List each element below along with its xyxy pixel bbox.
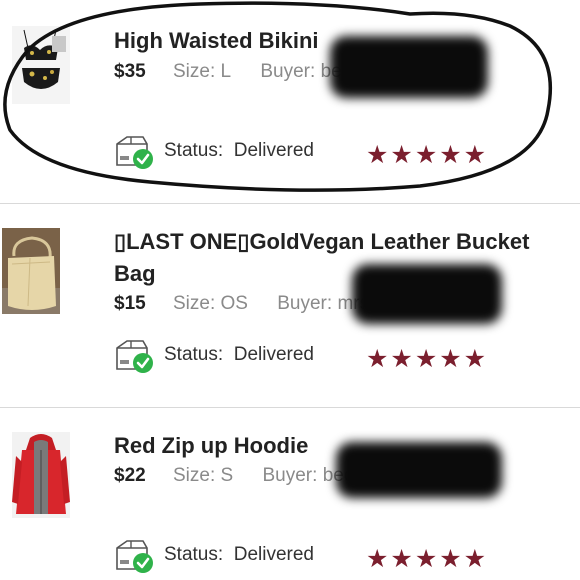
item-title[interactable]: ▯LAST ONE▯GoldVegan Leather Bucket Bag bbox=[114, 226, 574, 290]
rating-stars: ★★★★★ bbox=[366, 345, 489, 373]
redaction-mark bbox=[336, 442, 502, 498]
list-item[interactable]: High Waisted Bikini $35 Size: L Buyer: b… bbox=[0, 0, 580, 203]
size-label: Size: bbox=[172, 61, 216, 82]
item-title-line-1: ▯LAST ONE▯GoldVegan Leather Bucket bbox=[114, 229, 530, 254]
bucket-bag-thumbnail[interactable] bbox=[2, 228, 60, 314]
size-value: S bbox=[220, 465, 234, 486]
status-text: Status: Delivered bbox=[164, 344, 314, 365]
rating-stars: ★★★★★ bbox=[366, 545, 489, 573]
size-label: Size: bbox=[172, 293, 216, 314]
buyer-label: Buyer: bbox=[277, 293, 333, 314]
size-label: Size: bbox=[172, 465, 216, 486]
status-text: Status: Delivered bbox=[164, 140, 314, 161]
redaction-mark bbox=[352, 264, 502, 324]
rating-stars: ★★★★★ bbox=[366, 141, 489, 169]
status-row: Status: Delivered ★★★★★ bbox=[114, 338, 494, 374]
status-row: Status: Delivered ★★★★★ bbox=[114, 538, 494, 574]
delivered-package-icon bbox=[116, 540, 153, 573]
redaction-mark bbox=[330, 36, 488, 98]
list-item[interactable]: Red Zip up Hoodie $22 Size: S Buyer: bec… bbox=[0, 408, 580, 580]
list-item[interactable]: ▯LAST ONE▯GoldVegan Leather Bucket Bag $… bbox=[0, 204, 580, 407]
delivered-package-icon bbox=[116, 340, 153, 373]
item-price: $15 bbox=[114, 293, 146, 314]
delivered-package-icon bbox=[116, 136, 153, 169]
buyer-label: Buyer: bbox=[260, 61, 316, 82]
size-value: OS bbox=[220, 293, 248, 314]
size-value: L bbox=[220, 61, 232, 82]
red-hoodie-thumbnail[interactable] bbox=[12, 432, 70, 518]
bikini-thumbnail[interactable] bbox=[12, 26, 70, 104]
buyer-label: Buyer: bbox=[262, 465, 318, 486]
item-price: $22 bbox=[114, 465, 146, 486]
sales-list: High Waisted Bikini $35 Size: L Buyer: b… bbox=[0, 0, 580, 580]
item-title-line-2: Bag bbox=[114, 261, 156, 286]
status-row: Status: Delivered ★★★★★ bbox=[114, 134, 494, 170]
item-price: $35 bbox=[114, 61, 146, 82]
status-text: Status: Delivered bbox=[164, 544, 314, 565]
